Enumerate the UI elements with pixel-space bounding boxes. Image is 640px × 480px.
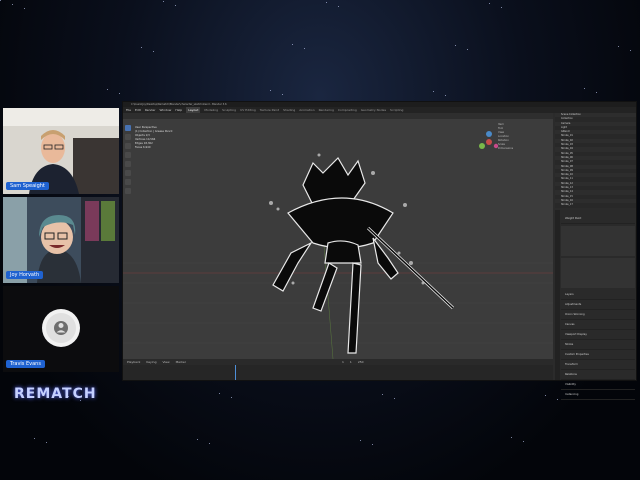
- star: [282, 94, 283, 95]
- properties-section[interactable]: Adjustments: [561, 300, 635, 310]
- properties-section[interactable]: Instancing: [561, 390, 635, 400]
- faces-stat: Faces 6,940: [135, 146, 151, 149]
- tool-bar: [125, 125, 131, 235]
- outliner-list: Scene Collection Collection Camera Light GPe…: [555, 113, 636, 208]
- star: [445, 95, 446, 96]
- viewport-info: User Perspective (1) Collection | Grease…: [135, 126, 172, 150]
- properties-box-1: [561, 226, 635, 256]
- star: [231, 397, 232, 398]
- timeline-marker-menu[interactable]: Marker: [176, 359, 186, 365]
- properties-editor: Weight Paint Layers Adjustments Onion Skin…: [555, 210, 636, 400]
- start-frame[interactable]: 1: [350, 359, 352, 365]
- rematch-logo: REMATCH: [14, 386, 97, 402]
- npanel-dimensions: Dimensions: [498, 147, 514, 150]
- star: [304, 48, 305, 49]
- star: [557, 399, 558, 400]
- star: [372, 444, 373, 445]
- properties-section[interactable]: Custom Properties: [561, 350, 635, 360]
- properties-section[interactable]: Canvas: [561, 320, 635, 330]
- star: [0, 0, 1, 1]
- annotate-tool[interactable]: [125, 179, 131, 185]
- properties-section[interactable]: Transform: [561, 360, 635, 370]
- star: [119, 93, 120, 94]
- properties-sections: Layers Adjustments Onion Skinning Canvas Vie…: [561, 290, 635, 400]
- properties-section[interactable]: Relations: [561, 370, 635, 380]
- participant-name-sam: Sam Speaight: [6, 182, 49, 190]
- properties-section[interactable]: Viewport Display: [561, 330, 635, 340]
- outliner-row[interactable]: Stroke_17: [555, 203, 636, 207]
- blender-window: C:\Users\Joy\Desktop\Rematch\Blender\cha…: [122, 101, 637, 400]
- sidebar-n-panel: Item Tool View Location Rotation Scale D…: [498, 123, 550, 193]
- star: [338, 6, 339, 7]
- star: [523, 441, 524, 442]
- participant-tile-sam: Sam Speaight: [3, 108, 119, 194]
- star: [596, 92, 597, 93]
- navigation-gizmo[interactable]: [478, 131, 500, 153]
- rotate-tool[interactable]: [125, 152, 131, 158]
- timeline-header: Playback Keying View Marker 1 1 250: [123, 359, 553, 365]
- current-frame[interactable]: 1: [342, 359, 344, 365]
- star: [219, 393, 220, 394]
- select-tool[interactable]: [125, 125, 131, 131]
- star: [12, 4, 13, 5]
- star: [394, 398, 395, 399]
- properties-section[interactable]: Visibility: [561, 380, 635, 390]
- star: [433, 91, 434, 92]
- measure-tool[interactable]: [125, 188, 131, 194]
- star: [545, 395, 546, 396]
- 3d-viewport[interactable]: User Perspective (1) Collection | Grease…: [123, 113, 553, 359]
- properties-section[interactable]: Layers: [561, 290, 635, 300]
- properties-section[interactable]: Onion Skinning: [561, 310, 635, 320]
- transform-tool[interactable]: [125, 170, 131, 176]
- properties-section[interactable]: Stroke: [561, 340, 635, 350]
- playhead[interactable]: [235, 365, 236, 380]
- star: [197, 439, 198, 440]
- star: [584, 88, 585, 89]
- outliner: Scene Collection Collection Camera Light GPe…: [555, 113, 636, 208]
- star: [511, 437, 512, 438]
- star: [34, 438, 35, 439]
- star: [326, 2, 327, 3]
- participant-name-travis: Travis Evans: [6, 360, 45, 368]
- star: [501, 7, 502, 8]
- star: [292, 44, 293, 45]
- star: [209, 443, 210, 444]
- star: [141, 47, 142, 48]
- timeline-keying-menu[interactable]: Keying: [146, 359, 156, 365]
- star: [107, 89, 108, 90]
- star: [618, 46, 619, 47]
- star: [630, 50, 631, 51]
- frame-ruler[interactable]: [123, 367, 553, 379]
- timeline-editor[interactable]: Playback Keying View Marker 1 1 250: [123, 359, 553, 380]
- properties-box-2: [561, 258, 635, 288]
- participant-tile-travis: Travis Evans: [3, 286, 119, 372]
- star: [153, 51, 154, 52]
- star: [360, 440, 361, 441]
- star: [24, 8, 25, 9]
- timeline-view-menu[interactable]: View: [162, 359, 169, 365]
- timeline-playback-menu[interactable]: Playback: [127, 359, 140, 365]
- properties-tabs[interactable]: [555, 210, 560, 380]
- star: [46, 442, 47, 443]
- properties-body: Weight Paint Layers Adjustments Onion Skin…: [561, 214, 635, 400]
- scale-tool[interactable]: [125, 161, 131, 167]
- grease-pencil-drawing: [272, 157, 455, 354]
- star: [175, 5, 176, 6]
- participant-tile-joy: Joy Horvath: [3, 197, 119, 283]
- end-frame[interactable]: 250: [358, 359, 364, 365]
- properties-title: Weight Paint: [561, 214, 635, 224]
- star: [467, 49, 468, 50]
- star: [270, 90, 271, 91]
- move-tool[interactable]: [125, 143, 131, 149]
- star: [455, 45, 456, 46]
- star: [489, 3, 490, 4]
- star: [382, 394, 383, 395]
- star: [163, 1, 164, 2]
- participant-name-joy: Joy Horvath: [6, 271, 44, 279]
- cursor-tool[interactable]: [125, 134, 131, 140]
